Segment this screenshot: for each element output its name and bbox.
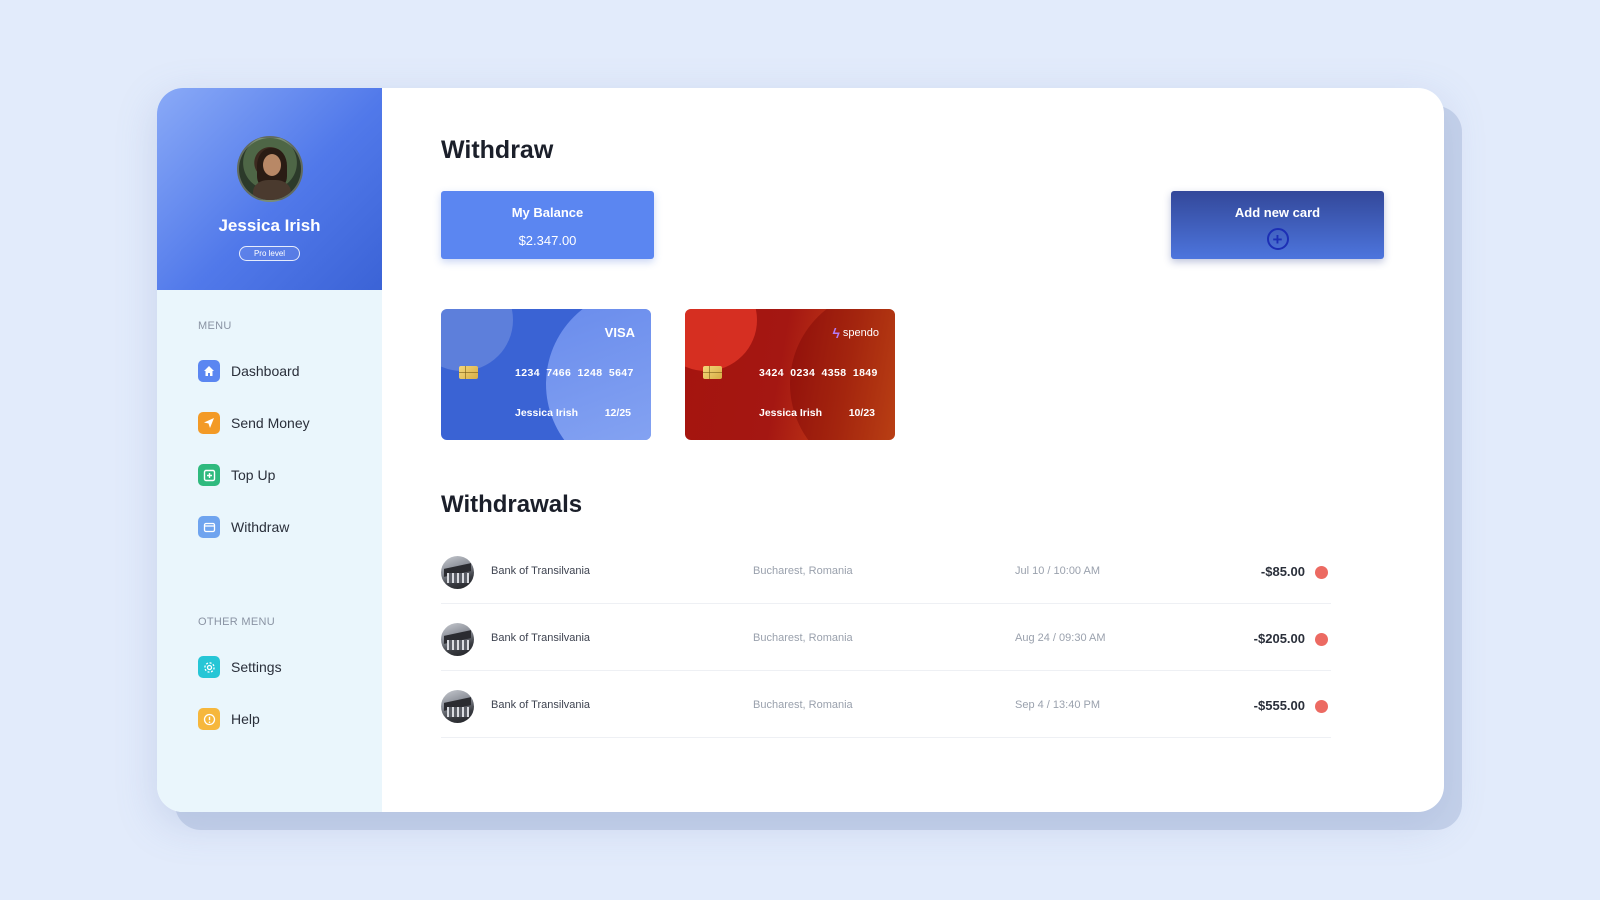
sidebar-item-help[interactable]: Help: [198, 707, 282, 731]
other-menu-heading: OTHER MENU: [198, 616, 275, 628]
status-dot: [1315, 700, 1328, 713]
other-menu: OTHER MENU Settings Help: [198, 616, 282, 731]
home-icon: [198, 360, 220, 382]
location: Bucharest, Romania: [753, 632, 853, 644]
table-row[interactable]: Bank of Transilvania Bucharest, Romania …: [441, 537, 1331, 604]
date: Sep 4 / 13:40 PM: [1015, 699, 1100, 711]
sidebar-item-withdraw[interactable]: Withdraw: [198, 515, 310, 539]
sidebar-item-send-money[interactable]: Send Money: [198, 411, 310, 435]
balance-label: My Balance: [511, 205, 584, 220]
bank-logo-icon: [441, 623, 474, 656]
status-dot: [1315, 633, 1328, 646]
date: Aug 24 / 09:30 AM: [1015, 632, 1106, 644]
table-row[interactable]: Bank of Transilvania Bucharest, Romania …: [441, 604, 1331, 671]
avatar[interactable]: [236, 136, 303, 202]
balance-value: $2.347.00: [518, 233, 577, 248]
payment-card-spendo[interactable]: ϟ spendo 3424 0234 4358 1849 Jessica Iri…: [685, 309, 895, 440]
card-brand-logo: ϟ spendo: [832, 325, 879, 341]
card-number: 1234 7466 1248 5647: [515, 367, 634, 379]
profile-panel: Jessica Irish Pro level: [157, 88, 382, 290]
main-menu: MENU Dashboard Send Money Top Up Withdra…: [198, 320, 310, 539]
card-holder: Jessica Irish: [515, 407, 579, 419]
card-brand: VISA: [604, 325, 635, 340]
bolt-icon: ϟ: [832, 325, 840, 341]
card-expiry: 12/25: [604, 407, 631, 419]
withdrawals-title: Withdrawals: [441, 491, 583, 518]
sidebar-item-label: Withdraw: [231, 519, 290, 535]
table-row[interactable]: Bank of Transilvania Bucharest, Romania …: [441, 671, 1331, 738]
sidebar-item-label: Help: [231, 711, 260, 727]
card-brand: spendo: [842, 327, 879, 339]
wallet-icon: [198, 516, 220, 538]
card-expiry: 10/23: [848, 407, 875, 419]
date: Jul 10 / 10:00 AM: [1015, 565, 1100, 577]
amount: -$205.00: [1253, 631, 1305, 646]
card-holder: Jessica Irish: [759, 407, 823, 419]
plus-circle-icon: +: [1266, 228, 1289, 250]
page-title: Withdraw: [441, 136, 554, 164]
menu-heading: MENU: [198, 320, 232, 332]
add-new-card-button[interactable]: Add new card +: [1171, 191, 1384, 259]
sidebar-item-top-up[interactable]: Top Up: [198, 463, 310, 487]
sidebar-item-label: Top Up: [231, 467, 276, 483]
bank-name: Bank of Transilvania: [491, 565, 591, 577]
sidebar-item-settings[interactable]: Settings: [198, 655, 282, 679]
card-number: 3424 0234 4358 1849: [759, 367, 878, 379]
chip-icon: [703, 366, 722, 379]
status-dot: [1315, 566, 1328, 579]
send-icon: [198, 412, 220, 434]
add-card-label: Add new card: [1234, 205, 1321, 220]
bank-name: Bank of Transilvania: [491, 632, 591, 644]
bank-name: Bank of Transilvania: [491, 699, 591, 711]
sidebar-item-label: Send Money: [231, 415, 310, 431]
amount: -$555.00: [1253, 698, 1305, 713]
bank-logo-icon: [441, 690, 474, 723]
amount: -$85.00: [1260, 564, 1305, 579]
profile-name: Jessica Irish: [218, 216, 321, 235]
location: Bucharest, Romania: [753, 565, 853, 577]
gear-icon: [198, 656, 220, 678]
level-badge: Pro level: [238, 246, 301, 261]
balance-card: My Balance $2.347.00: [441, 191, 654, 259]
chip-icon: [459, 366, 478, 379]
plus-square-icon: [198, 464, 220, 486]
app-window: Jessica Irish Pro level MENU Dashboard S…: [157, 88, 1444, 812]
sidebar-item-label: Dashboard: [231, 363, 300, 379]
payment-card-visa[interactable]: VISA 1234 7466 1248 5647 Jessica Irish 1…: [441, 309, 651, 440]
location: Bucharest, Romania: [753, 699, 853, 711]
info-icon: [198, 708, 220, 730]
sidebar: Jessica Irish Pro level MENU Dashboard S…: [157, 88, 382, 812]
sidebar-item-dashboard[interactable]: Dashboard: [198, 359, 310, 383]
bank-logo-icon: [441, 556, 474, 589]
sidebar-item-label: Settings: [231, 659, 282, 675]
main-content: Withdraw My Balance $2.347.00 Add new ca…: [382, 88, 1444, 812]
